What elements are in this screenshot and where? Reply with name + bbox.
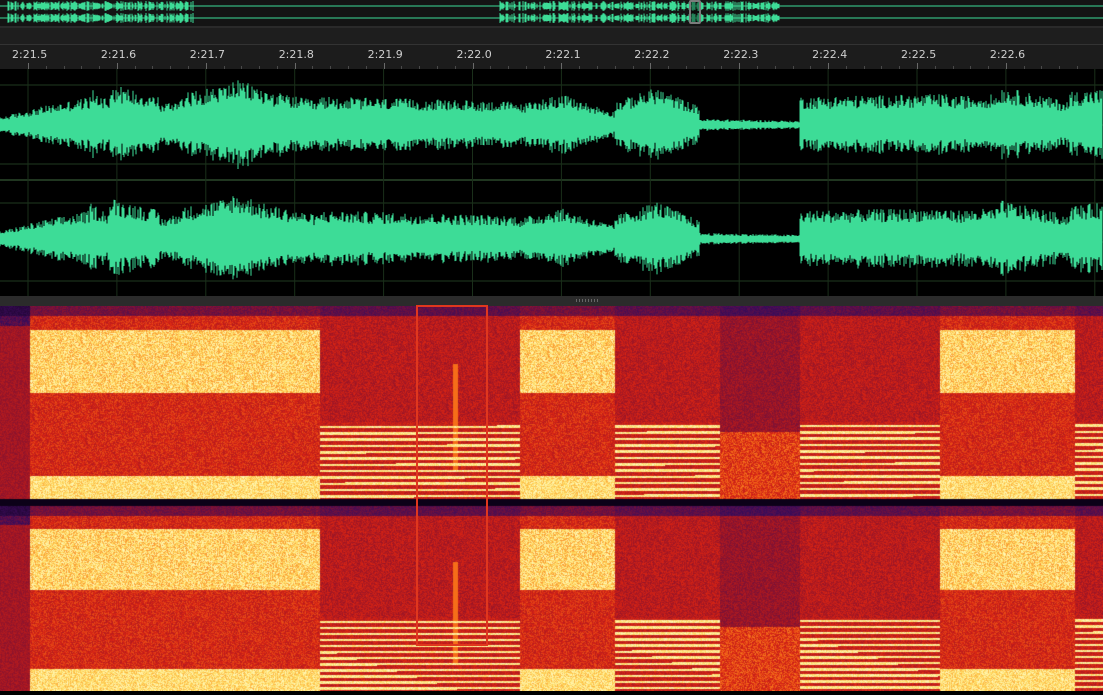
pane-divider[interactable] xyxy=(0,296,1103,306)
waveform-channels xyxy=(0,69,1103,296)
waveform-view[interactable] xyxy=(0,69,1103,296)
spectrogram-canvas xyxy=(0,306,1103,691)
panel-divider-grip-icon[interactable] xyxy=(576,299,600,302)
overview-waveform-path xyxy=(7,1,780,23)
ruler-tick-label: 2:21.7 xyxy=(189,48,225,61)
ruler-tick-label: 2:22.3 xyxy=(723,48,759,61)
overview-waveform xyxy=(0,1,1103,23)
spectral-frequency-view[interactable] xyxy=(0,306,1103,691)
playhead-handle-icon[interactable] xyxy=(689,0,701,24)
waveform-channel-left xyxy=(0,80,1103,169)
ruler-tick-label: 2:21.5 xyxy=(12,48,48,61)
overview-navigator[interactable] xyxy=(0,0,1103,26)
ruler-tick-label: 2:21.9 xyxy=(367,48,403,61)
ruler-tick-label: 2:22.4 xyxy=(812,48,848,61)
ruler-tick-label: 2:22.5 xyxy=(901,48,937,61)
ruler-tick-label: 2:21.6 xyxy=(100,48,137,61)
ruler-tick-label: 2:21.8 xyxy=(278,48,314,61)
ruler-tick-label: 2:22.2 xyxy=(634,48,670,61)
waveform-channel-right xyxy=(0,196,1103,280)
ruler-tick-label: 2:22.6 xyxy=(989,48,1026,61)
ruler-tick-label: 2:22.0 xyxy=(456,48,492,61)
ruler-tick-label: 2:22.1 xyxy=(545,48,581,61)
time-ruler[interactable]: 2:21.5 2:21.6 2:21.7 2:21.8 2:21.9 2:22.0 2:22… xyxy=(0,44,1103,70)
toolbar-gap xyxy=(0,28,1103,44)
